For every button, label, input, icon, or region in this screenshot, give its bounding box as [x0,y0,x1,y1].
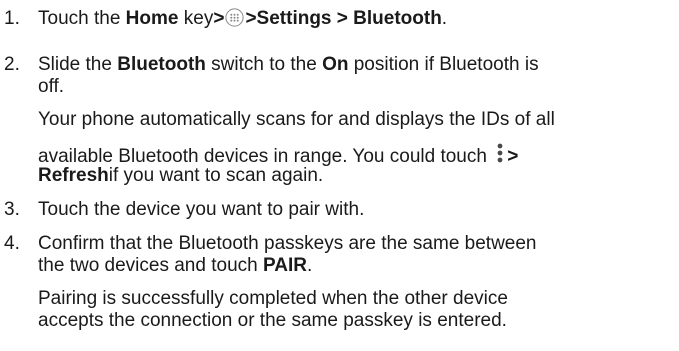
step-1-line: Touch the Home key> >Settings > Bluetooth… [38,8,447,30]
step-text: switch to the [205,54,323,75]
step-number: 3. [4,199,20,220]
step-number: 1. [4,8,20,29]
step-text: position if Bluetooth is [348,54,539,75]
apps-grid-icon [225,8,245,27]
step-text: Slide the [38,54,118,75]
step-2-line-1: Slide the Bluetooth switch to the On pos… [38,54,539,76]
arrow: > [213,8,225,29]
settings-path: Settings > Bluetooth [256,8,442,29]
step-4-note-line-2: accepts the connection or the same passk… [38,310,507,331]
step-text: the two devices and touch [38,255,263,276]
on-label: On [322,54,349,75]
refresh-label: Refresh [38,165,109,186]
step-2-note-line-1: Your phone automatically scans for and d… [38,109,555,130]
arrow: > [245,8,257,29]
step-text: . [306,255,313,276]
step-number: 2. [4,54,20,75]
home-key-label: Home [125,8,179,29]
overflow-menu-icon [496,142,506,166]
step-2-note-line-3: Refreshif you want to scan again. [38,165,323,187]
step-4-note-line-1: Pairing is successfully completed when t… [38,288,508,309]
arrow: > [507,146,519,167]
step-number: 4. [4,233,20,254]
step-text: key [178,8,214,29]
pair-label: PAIR [262,255,307,276]
step-3-line: Touch the device you want to pair with. [38,199,365,220]
step-4-line-2: the two devices and touch PAIR. [38,255,312,277]
step-text: . [441,8,448,29]
step-text: if you want to scan again. [108,165,324,186]
step-4-line-1: Confirm that the Bluetooth passkeys are … [38,233,537,254]
step-text: Touch the [38,8,126,29]
step-text: available Bluetooth devices in range. Yo… [38,146,493,167]
step-2-line-2: off. [38,76,65,97]
bluetooth-label: Bluetooth [117,54,206,75]
